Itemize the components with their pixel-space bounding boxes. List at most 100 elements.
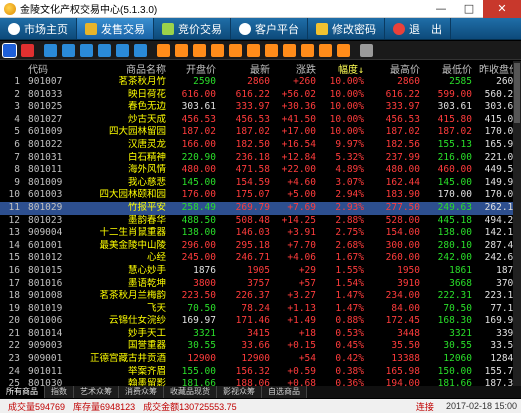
table-row[interactable]: 22 909003 国誉重器 30.55 33.66 +0.15 0.45% 35.50 30.… [0, 340, 521, 353]
toolbar-button-icon[interactable] [301, 43, 314, 57]
last-price: 187.02 [235, 126, 270, 138]
vertical-scrollbar[interactable] [513, 61, 521, 389]
nav-tab-5[interactable]: 退 出 [385, 18, 451, 39]
table-row[interactable]: 24 901011 举案齐眉 155.00 156.32 +0.59 0.38% 165.98… [0, 366, 521, 379]
open-price: 220.90 [181, 151, 216, 163]
toolbar-button-icon[interactable] [319, 43, 332, 57]
toolbar-button-icon[interactable] [229, 43, 242, 57]
category-tab-0[interactable]: 所有商品 [0, 386, 45, 398]
toolbar-button-icon[interactable] [44, 43, 57, 57]
table-row[interactable]: 20 601006 云锦仕女浣纱 169.97 171.46 +1.49 0.88% 172.… [0, 315, 521, 328]
open-price: 303.61 [181, 101, 216, 113]
toolbar-button-icon[interactable] [247, 43, 260, 57]
table-row[interactable]: 15 801012 心经 245.00 246.71 +4.06 1.67% 260.00 24… [0, 252, 521, 265]
table-row[interactable]: 19 801019 飞天 70.50 78.24 +1.13 1.47% 84.00 70.50… [0, 303, 521, 316]
toolbar-button-icon[interactable] [211, 43, 224, 57]
toolbar-button-icon[interactable] [360, 43, 373, 57]
minimize-button[interactable]: — [427, 0, 455, 18]
low-price: 599.00 [437, 88, 472, 100]
toolbar-button-icon[interactable] [283, 43, 296, 57]
open-price: 616.00 [181, 88, 216, 100]
nav-tab-1[interactable]: 发售交易 [77, 18, 154, 39]
product-name: 正德宫藏古井贡酒 [89, 353, 166, 365]
product-name: 茗茶秋月兰梅韵 [99, 290, 166, 302]
toolbar-button-icon[interactable] [175, 43, 188, 57]
toolbar-button-icon[interactable] [116, 43, 129, 57]
table-row[interactable]: 13 909004 十二生肖鼠重器 138.00 146.03 +3.91 2.75% 154… [0, 227, 521, 240]
toolbar-button-icon[interactable] [80, 43, 93, 57]
high-price: 456.53 [385, 113, 420, 125]
table-row[interactable]: 18 901008 茗茶秋月兰梅韵 223.50 226.37 +3.27 1.47% 234… [0, 290, 521, 303]
table-row[interactable]: 1 901007 茗茶秋月竹 2590 2860 +260 10.00% 2860 2585 26… [0, 76, 521, 89]
scrollbar-thumb[interactable] [514, 63, 520, 123]
table-row[interactable]: 5 601009 四大园林留园 187.02 187.02 +17.00 10.00% 187… [0, 126, 521, 139]
table-row[interactable]: 7 801031 白石精神 220.90 236.18 +12.84 5.32% 237.99… [0, 152, 521, 165]
category-tab-1[interactable]: 指数 [45, 386, 74, 398]
nav-tab-0[interactable]: 市场主页 [0, 18, 77, 39]
column-header[interactable]: 最新 [218, 61, 272, 76]
low-price: 445.18 [437, 214, 472, 226]
toolbar-button-icon[interactable] [157, 43, 170, 57]
table-row[interactable]: 14 601001 最美金陵中山陵 296.00 295.18 +7.70 2.68% 300… [0, 240, 521, 253]
category-tab-6[interactable]: 自选商品 [262, 386, 307, 398]
table-row[interactable]: 16 801015 慧心妙手 1876 1905 +29 1.55% 1950 1861 1876 [0, 265, 521, 278]
toolbar-button-icon[interactable] [21, 43, 34, 57]
table-row[interactable]: 12 801023 墨韵春华 488.50 508.48 +14.25 2.88% 528.0… [0, 215, 521, 228]
change: +7.69 [272, 201, 318, 215]
table-row[interactable]: 8 801011 海外风情 480.00 471.58 +22.00 4.89% 480.00… [0, 164, 521, 177]
row-index: 11 [0, 201, 26, 215]
maximize-button[interactable]: □ [455, 0, 483, 18]
low-price: 155.13 [437, 138, 472, 150]
toolbar-button-icon[interactable] [134, 43, 147, 57]
toolbar-button-icon[interactable] [337, 43, 350, 57]
column-header[interactable]: 代码 [26, 61, 70, 76]
table-row[interactable]: 9 801009 我心慈悲 145.00 154.59 +4.60 3.07% 162.44 1… [0, 177, 521, 190]
category-tab-4[interactable]: 收藏品现货 [164, 386, 217, 398]
table-row[interactable]: 2 801033 映日荷花 616.00 616.22 +56.02 10.00% 616.2… [0, 89, 521, 102]
column-header[interactable]: 商品名称 [70, 61, 168, 76]
row-index: 5 [14, 126, 20, 138]
toolbar-button-icon[interactable] [265, 43, 278, 57]
table-row[interactable]: 4 801027 炒古天成 456.53 456.53 +41.50 10.00% 456.5… [0, 114, 521, 127]
nav-tab-4[interactable]: 修改密码 [308, 18, 385, 39]
last-price: 3757 [247, 277, 270, 289]
product-name: 云锦仕女浣纱 [108, 315, 166, 327]
category-tab-2[interactable]: 艺术众筹 [74, 386, 119, 398]
toolbar-button-icon[interactable] [98, 43, 111, 57]
open-price: 2590 [193, 76, 216, 87]
category-tab-3[interactable]: 消费众筹 [119, 386, 164, 398]
table-row[interactable]: 6 801022 汉唐灵龙 166.00 182.50 +16.54 9.97% 182.56… [0, 139, 521, 152]
nav-tab-3[interactable]: 客户平台 [231, 18, 308, 39]
low-price: 1861 [449, 264, 472, 276]
table-row[interactable]: 17 801016 墨语乾坤 3800 3757 +57 1.54% 3910 3668 3700 [0, 278, 521, 291]
product-code: 801014 [28, 327, 63, 339]
open-price: 223.50 [181, 290, 216, 302]
high-price: 183.90 [385, 189, 420, 201]
change-percent: 4.89% [335, 164, 364, 176]
nav-tab-2[interactable]: 竞价交易 [154, 18, 231, 39]
category-tab-5[interactable]: 影视众筹 [217, 386, 262, 398]
table-row[interactable]: 10 601003 四大园林颐和园 176.00 175.07 +5.00 2.94% 183… [0, 189, 521, 202]
row-index: 20 [8, 315, 20, 327]
table-row[interactable]: 11 801029 竹报平安 258.49 269.79 +7.69 2.93% 277.50… [0, 201, 521, 215]
column-header[interactable]: 最高价 [366, 61, 422, 76]
high-price: 260.00 [385, 252, 420, 264]
last-price: 246.71 [235, 252, 270, 264]
last-price: 78.24 [241, 302, 270, 314]
column-header[interactable] [0, 61, 26, 76]
toolbar-button-icon[interactable] [62, 43, 75, 57]
change: +12.84 [281, 151, 316, 163]
high-price: 2860 [397, 76, 420, 87]
row-index: 24 [8, 365, 20, 377]
table-row[interactable]: 3 801025 春色无边 303.61 333.97 +30.36 10.00% 333.9… [0, 101, 521, 114]
toolbar-button-icon[interactable] [2, 42, 17, 58]
toolbar-button-icon[interactable] [193, 43, 206, 57]
table-row[interactable]: 21 801014 妙手天工 3321 3415 +18 0.53% 3448 3321 3397 [0, 328, 521, 341]
column-header[interactable]: 最低价 [422, 61, 474, 76]
column-header[interactable]: 幅度↓ [318, 61, 366, 76]
close-button[interactable]: ✕ [483, 0, 521, 18]
column-header[interactable]: 涨跌 [272, 61, 318, 76]
table-row[interactable]: 23 909001 正德宫藏古井贡酒 12900 12900 +54 0.42% 13388 1… [0, 353, 521, 366]
open-price: 258.49 [168, 201, 218, 215]
column-header[interactable]: 开盘价 [168, 61, 218, 76]
